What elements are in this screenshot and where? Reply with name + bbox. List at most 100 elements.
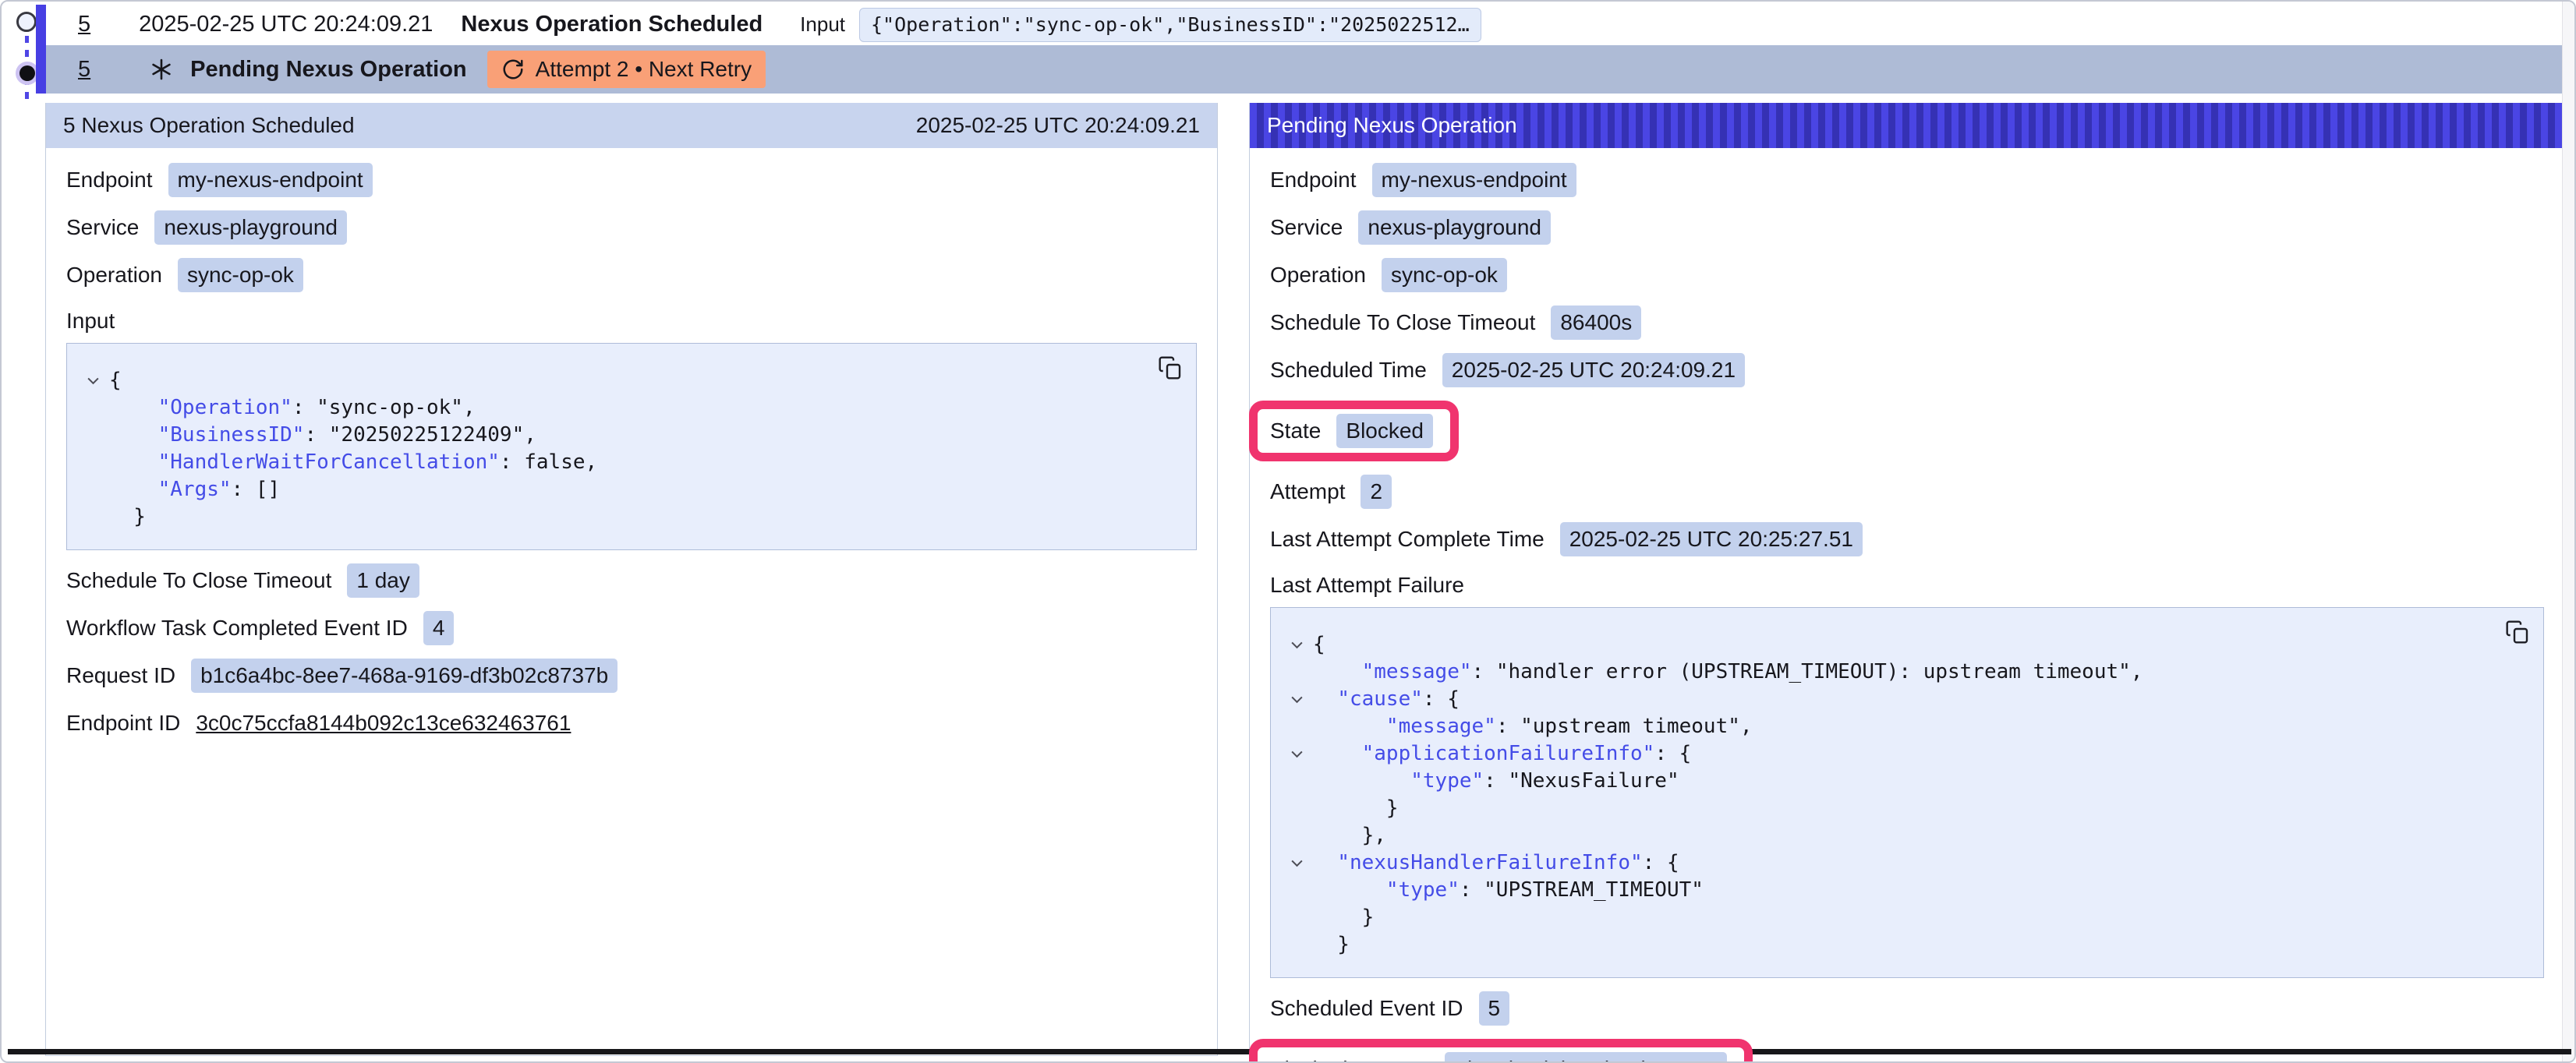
- field-endpoint-id: Endpoint ID3c0c75ccfa8144b092c13ce632463…: [66, 706, 1197, 740]
- code-line: }: [1280, 795, 2528, 822]
- copy-button[interactable]: [2503, 618, 2532, 646]
- field-operation: Operationsync-op-ok: [66, 258, 1197, 292]
- event-row-scheduled[interactable]: 5 2025-02-25 UTC 20:24:09.21 Nexus Opera…: [46, 4, 2564, 45]
- collapse-chevron-icon[interactable]: [1280, 740, 1313, 768]
- field-label: Blocked Reason: [1270, 1057, 1429, 1063]
- code-text: {: [1313, 631, 1325, 659]
- attempt-badge-label: Attempt 2 • Next Retry: [536, 57, 752, 82]
- chevron-spacer: [1280, 713, 1313, 740]
- code-text: "type": "UPSTREAM_TIMEOUT": [1313, 877, 1704, 904]
- scrollbar[interactable]: [2562, 2, 2574, 1061]
- panel-title: 5 Nexus Operation Scheduled: [63, 113, 355, 138]
- code-text: "nexusHandlerFailureInfo": {: [1313, 849, 1679, 877]
- json-content: { "message": "handler error (UPSTREAM_TI…: [1270, 607, 2544, 978]
- code-line: "cause": {: [1280, 686, 2528, 713]
- field-label: Workflow Task Completed Event ID: [66, 616, 408, 641]
- event-timestamp: 2025-02-25 UTC 20:24:09.21: [139, 12, 433, 37]
- field-value: sync-op-ok: [1382, 258, 1507, 292]
- input-json-block: { "Operation": "sync-op-ok", "BusinessID…: [66, 343, 1197, 550]
- field-value[interactable]: 3c0c75ccfa8144b092c13ce632463761: [196, 711, 571, 736]
- panel-timestamp: 2025-02-25 UTC 20:24:09.21: [916, 113, 1200, 138]
- code-line: {: [76, 367, 1180, 394]
- event-history-screen: 5 2025-02-25 UTC 20:24:09.21 Nexus Opera…: [0, 0, 2576, 1063]
- collapse-chevron-icon[interactable]: [1280, 631, 1313, 659]
- code-text: "message": "handler error (UPSTREAM_TIME…: [1313, 659, 2143, 686]
- failure-section-label: Last Attempt Failure: [1270, 573, 2544, 598]
- field-value: 2: [1361, 475, 1392, 509]
- code-text: "type": "NexusFailure": [1313, 768, 1679, 795]
- field-value: my-nexus-endpoint: [168, 163, 373, 197]
- field-endpoint: Endpointmy-nexus-endpoint: [1270, 163, 2544, 197]
- collapse-chevron-icon[interactable]: [76, 367, 109, 394]
- code-line: }: [76, 503, 1180, 531]
- code-line: "message": "handler error (UPSTREAM_TIME…: [1280, 659, 2528, 686]
- field-scheduled-event-id: Scheduled Event ID 5: [1270, 991, 2544, 1026]
- field-state: State Blocked: [1249, 401, 1459, 461]
- field-operation: Operationsync-op-ok: [1270, 258, 2544, 292]
- field-last-attempt-complete-time: Last Attempt Complete Time2025-02-25 UTC…: [1270, 522, 2544, 556]
- code-text: {: [109, 367, 122, 394]
- field-scheduled-time: Scheduled Time2025-02-25 UTC 20:24:09.21: [1270, 353, 2544, 387]
- code-text: }: [1313, 904, 1374, 931]
- field-label: State: [1270, 418, 1321, 443]
- field-label: Scheduled Time: [1270, 358, 1427, 383]
- code-text: }: [109, 503, 146, 531]
- field-value: Blocked: [1336, 414, 1433, 448]
- field-request-id: Request IDb1c6a4bc-8ee7-468a-9169-df3b02…: [66, 659, 1197, 693]
- field-schedule-to-close-timeout: Schedule To Close Timeout 1 day: [66, 563, 1197, 598]
- code-text: "message": "upstream timeout",: [1313, 713, 1753, 740]
- pending-panel-body: Endpointmy-nexus-endpointServicenexus-pl…: [1250, 148, 2564, 1063]
- field-value: 5: [1479, 991, 1510, 1026]
- code-text: "cause": {: [1313, 686, 1460, 713]
- event-current-dot-icon: [19, 65, 35, 81]
- chevron-spacer: [76, 422, 109, 449]
- chevron-spacer: [1280, 904, 1313, 931]
- event-row-pending[interactable]: 5 Pending Nexus Operation Attempt 2 • Ne…: [46, 45, 2564, 94]
- event-title: Nexus Operation Scheduled: [461, 12, 763, 37]
- code-line: "nexusHandlerFailureInfo": {: [1280, 849, 2528, 877]
- field-value: nexus-playground: [154, 210, 347, 245]
- code-line: {: [1280, 631, 2528, 659]
- code-line: "HandlerWaitForCancellation": false,: [76, 449, 1180, 476]
- field-workflow-task-completed-event-id: Workflow Task Completed Event ID 4: [66, 611, 1197, 645]
- copy-button[interactable]: [1156, 354, 1184, 382]
- field-value: 86400s: [1551, 305, 1641, 340]
- field-label: Request ID: [66, 663, 175, 688]
- code-text: },: [1313, 822, 1386, 849]
- field-label: Scheduled Event ID: [1270, 996, 1463, 1021]
- field-label: Operation: [66, 263, 162, 288]
- pending-panel-header: Pending Nexus Operation: [1250, 103, 2564, 148]
- field-label: Schedule To Close Timeout: [66, 568, 331, 593]
- collapse-chevron-icon[interactable]: [1280, 686, 1313, 713]
- copy-icon: [1158, 355, 1183, 380]
- collapse-chevron-icon[interactable]: [1280, 849, 1313, 877]
- code-text: "applicationFailureInfo": {: [1313, 740, 1691, 768]
- event-id-link[interactable]: 5: [78, 57, 90, 83]
- retry-icon: [501, 58, 525, 81]
- selected-event-indicator: [36, 5, 46, 94]
- field-label: Attempt: [1270, 479, 1345, 504]
- chevron-spacer: [1280, 659, 1313, 686]
- code-text: "Args": []: [109, 476, 280, 503]
- chevron-spacer: [1280, 822, 1313, 849]
- chevron-spacer: [1280, 931, 1313, 959]
- code-line: "Operation": "sync-op-ok",: [76, 394, 1180, 422]
- field-value: 4: [423, 611, 455, 645]
- field-value: 1 day: [347, 563, 419, 598]
- input-label: Input: [800, 12, 845, 37]
- field-value: nexus-playground: [1358, 210, 1551, 245]
- scheduled-event-panel: 5 Nexus Operation Scheduled 2025-02-25 U…: [45, 103, 1218, 1056]
- field-value: 2025-02-25 UTC 20:25:27.51: [1560, 522, 1863, 556]
- code-line: }: [1280, 931, 2528, 959]
- scheduled-panel-header: 5 Nexus Operation Scheduled 2025-02-25 U…: [46, 103, 1217, 148]
- code-text: }: [1313, 931, 1350, 959]
- field-label: Service: [66, 215, 139, 240]
- chevron-spacer: [76, 394, 109, 422]
- chevron-spacer: [1280, 877, 1313, 904]
- field-endpoint: Endpointmy-nexus-endpoint: [66, 163, 1197, 197]
- input-preview-chip: {"Operation":"sync-op-ok","BusinessID":"…: [859, 8, 1481, 42]
- event-id-link[interactable]: 5: [78, 12, 90, 37]
- pending-asterisk-icon: [150, 58, 173, 81]
- failure-json-block: { "message": "handler error (UPSTREAM_TI…: [1270, 607, 2544, 978]
- field-service: Service nexus-playground: [66, 210, 1197, 245]
